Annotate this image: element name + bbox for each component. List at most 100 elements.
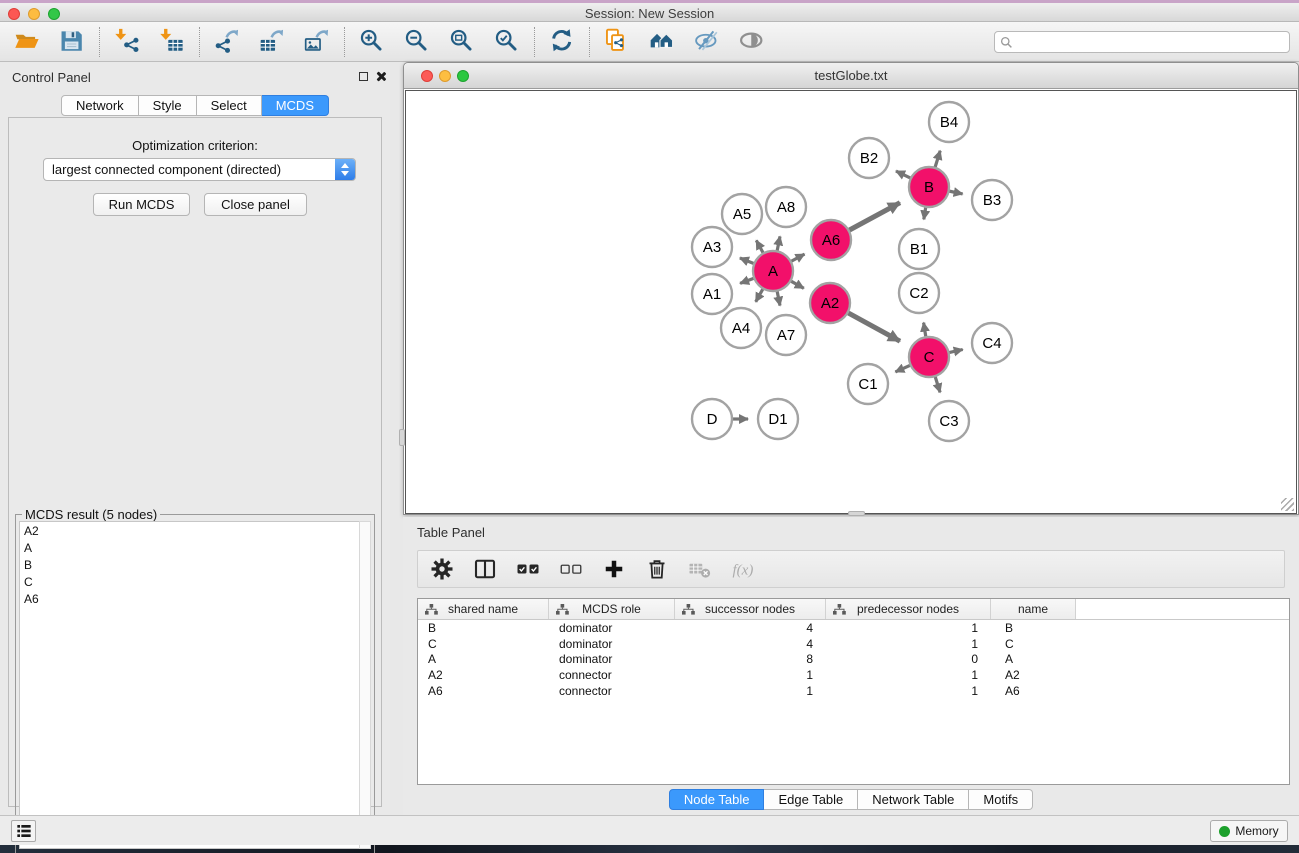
column-header-successor-nodes[interactable]: successor nodes: [675, 599, 826, 619]
zoom-in-button[interactable]: [358, 28, 386, 56]
graph-edge-A-A6[interactable]: [791, 254, 805, 262]
delete-columns-button[interactable]: [643, 555, 671, 583]
tab-motifs[interactable]: Motifs: [969, 789, 1033, 810]
graph-node-A7[interactable]: A7: [766, 315, 806, 355]
graph-node-A1[interactable]: A1: [692, 274, 732, 314]
graph-node-D[interactable]: D: [692, 399, 732, 439]
table-row[interactable]: A6connector11A6: [418, 683, 1289, 699]
graph-node-C4[interactable]: C4: [972, 323, 1012, 363]
mcds-result-item[interactable]: A2: [20, 522, 364, 539]
table-cell[interactable]: 1: [826, 637, 991, 651]
table-cell[interactable]: A2: [991, 668, 1076, 682]
graph-node-A5[interactable]: A5: [722, 194, 762, 234]
graph-edge-A-A7[interactable]: [777, 291, 780, 306]
table-cell[interactable]: A6: [418, 684, 549, 698]
table-cell[interactable]: B: [418, 621, 549, 635]
table-cell[interactable]: 1: [826, 668, 991, 682]
graph-node-B2[interactable]: B2: [849, 138, 889, 178]
column-header-MCDS-role[interactable]: MCDS role: [549, 599, 675, 619]
graph-edge-B-B3[interactable]: [949, 191, 963, 194]
table-cell[interactable]: B: [991, 621, 1076, 635]
graph-node-B4[interactable]: B4: [929, 102, 969, 142]
criterion-dropdown[interactable]: largest connected component (directed): [43, 158, 356, 181]
network-vscroll-thumb[interactable]: [399, 429, 405, 446]
mcds-result-item[interactable]: A6: [20, 590, 364, 607]
table-cell[interactable]: dominator: [549, 621, 675, 635]
table-cell[interactable]: C: [991, 637, 1076, 651]
zoom-selected-button[interactable]: [493, 28, 521, 56]
import-table-button[interactable]: [158, 28, 186, 56]
table-row[interactable]: A2connector11A2: [418, 667, 1289, 683]
table-cell[interactable]: connector: [549, 668, 675, 682]
copy-network-button[interactable]: [603, 28, 631, 56]
tab-select[interactable]: Select: [197, 95, 262, 116]
split-view-button[interactable]: [471, 555, 499, 583]
open-session-button[interactable]: [13, 28, 41, 56]
tab-network-table[interactable]: Network Table: [858, 789, 969, 810]
graph-node-A6[interactable]: A6: [811, 220, 851, 260]
table-cell[interactable]: 4: [675, 621, 826, 635]
memory-button[interactable]: Memory: [1210, 820, 1288, 842]
table-cell[interactable]: connector: [549, 684, 675, 698]
table-row[interactable]: Bdominator41B: [418, 620, 1289, 636]
table-row[interactable]: Adominator80A: [418, 652, 1289, 668]
graph-edge-C-C1[interactable]: [895, 365, 910, 372]
network-window-titlebar[interactable]: testGlobe.txt: [404, 63, 1298, 89]
table-cell[interactable]: 1: [826, 684, 991, 698]
graph-node-C[interactable]: C: [909, 337, 949, 377]
graph-edge-C-C4[interactable]: [949, 350, 963, 353]
network-hscroll-thumb[interactable]: [848, 511, 865, 516]
column-header-shared-name[interactable]: shared name: [418, 599, 549, 619]
graph-edge-B-B4[interactable]: [935, 151, 940, 168]
result-list-scrollbar[interactable]: [359, 521, 371, 849]
mcds-result-item[interactable]: C: [20, 573, 364, 590]
search-input[interactable]: [1013, 33, 1289, 51]
table-cell[interactable]: 4: [675, 637, 826, 651]
table-cell[interactable]: dominator: [549, 652, 675, 666]
float-panel-icon[interactable]: [359, 72, 368, 81]
graph-edge-A2-C[interactable]: [848, 313, 900, 342]
table-cell[interactable]: C: [418, 637, 549, 651]
network-canvas[interactable]: A A1 A2 A3 A4 A5 A6 A7 A8 B B1 B2 B3B4 C C1 C2 C3C4 D D1: [405, 90, 1297, 514]
table-cell[interactable]: 1: [675, 684, 826, 698]
table-cell[interactable]: 1: [675, 668, 826, 682]
tab-mcds[interactable]: MCDS: [262, 95, 329, 116]
graph-node-A[interactable]: A: [753, 251, 793, 291]
hide-selected-button[interactable]: [693, 28, 721, 56]
graph-node-A8[interactable]: A8: [766, 187, 806, 227]
export-network-button[interactable]: [213, 28, 241, 56]
graph-node-C2[interactable]: C2: [899, 273, 939, 313]
mcds-result-item[interactable]: B: [20, 556, 364, 573]
graph-edge-A-A2[interactable]: [790, 281, 803, 289]
graph-node-B3[interactable]: B3: [972, 180, 1012, 220]
first-neighbors-button[interactable]: [648, 28, 676, 56]
table-cell[interactable]: A: [418, 652, 549, 666]
column-header-name[interactable]: name: [991, 599, 1076, 619]
zoom-fit-button[interactable]: [448, 28, 476, 56]
tab-edge-table[interactable]: Edge Table: [764, 789, 858, 810]
show-all-button[interactable]: [738, 28, 766, 56]
search-box[interactable]: [994, 31, 1290, 53]
graph-edge-B-B1[interactable]: [924, 207, 926, 220]
close-panel-icon[interactable]: [375, 71, 386, 82]
task-history-button[interactable]: [11, 820, 36, 842]
show-all-columns-button[interactable]: [514, 555, 542, 583]
graph-node-B1[interactable]: B1: [899, 229, 939, 269]
graph-node-B[interactable]: B: [909, 167, 949, 207]
mcds-result-item[interactable]: A: [20, 539, 364, 556]
tab-style[interactable]: Style: [139, 95, 197, 116]
graph-edge-C-C3[interactable]: [935, 376, 940, 392]
graph-node-D1[interactable]: D1: [758, 399, 798, 439]
tab-network[interactable]: Network: [61, 95, 139, 116]
graph-node-A4[interactable]: A4: [721, 308, 761, 348]
graph-node-A2[interactable]: A2: [810, 283, 850, 323]
graph-edge-A6-B[interactable]: [849, 203, 900, 231]
hide-all-columns-button[interactable]: [557, 555, 585, 583]
graph-edge-A-A5[interactable]: [756, 240, 763, 253]
save-session-button[interactable]: [58, 28, 86, 56]
apply-layout-button[interactable]: [548, 28, 576, 56]
network-resize-grip[interactable]: [1281, 498, 1294, 511]
graph-node-A3[interactable]: A3: [692, 227, 732, 267]
graph-node-C1[interactable]: C1: [848, 364, 888, 404]
graph-node-C3[interactable]: C3: [929, 401, 969, 441]
